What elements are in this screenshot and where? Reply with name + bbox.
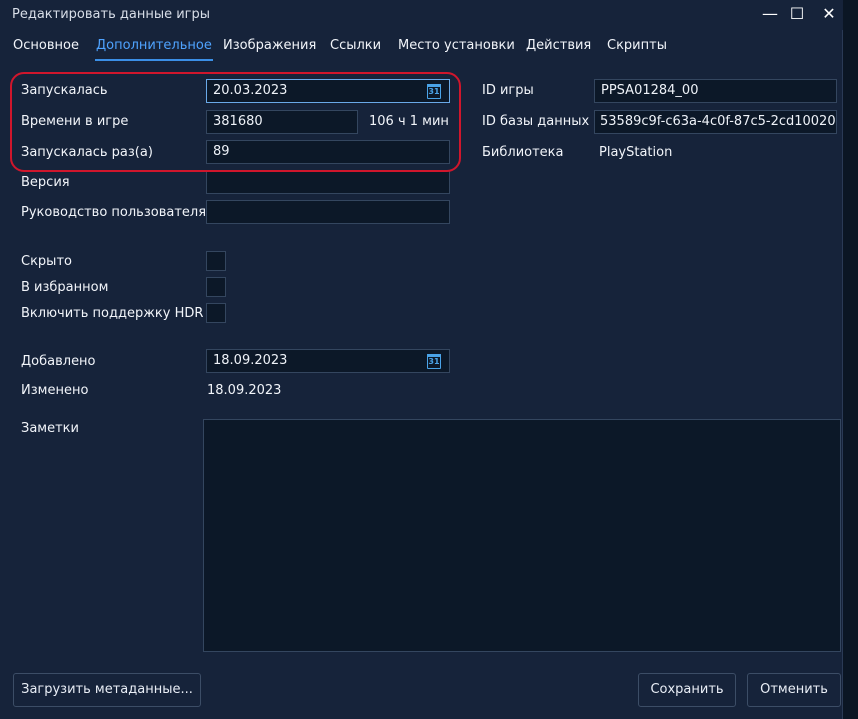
- playtime-label: Времени в игре: [21, 114, 129, 129]
- added-label: Добавлено: [21, 354, 96, 369]
- tab-actions[interactable]: Действия: [526, 38, 591, 64]
- playtime-readable: 106 ч 1 мин: [369, 114, 449, 129]
- version-input[interactable]: [206, 170, 450, 194]
- db-id-label: ID базы данных: [482, 114, 590, 129]
- added-value: 18.09.2023: [213, 353, 288, 368]
- library-value: PlayStation: [599, 145, 673, 160]
- version-label: Версия: [21, 175, 70, 190]
- game-id-input[interactable]: PPSA01284_00: [594, 79, 837, 103]
- calendar-icon[interactable]: 31: [427, 354, 441, 369]
- tab-scripts[interactable]: Скрипты: [607, 38, 667, 64]
- tab-installation[interactable]: Место установки: [398, 38, 515, 64]
- maximize-button[interactable]: ☐: [784, 4, 810, 26]
- last-played-label: Запускалась: [21, 83, 108, 98]
- notes-textarea[interactable]: [203, 419, 841, 652]
- tab-links[interactable]: Ссылки: [330, 38, 381, 64]
- minimize-button[interactable]: —: [757, 4, 783, 26]
- hidden-label: Скрыто: [21, 254, 72, 269]
- tab-bar: Основное Дополнительное Изображения Ссыл…: [0, 38, 843, 64]
- title-bar: Редактировать данные игры — ☐ ✕: [0, 0, 843, 30]
- notes-label: Заметки: [21, 421, 79, 436]
- favorite-label: В избранном: [21, 280, 109, 295]
- close-button[interactable]: ✕: [816, 4, 842, 26]
- library-label: Библиотека: [482, 145, 564, 160]
- play-count-input[interactable]: 89: [206, 140, 450, 164]
- tab-media[interactable]: Изображения: [223, 38, 316, 64]
- manual-label: Руководство пользователя: [21, 205, 207, 220]
- favorite-checkbox[interactable]: [206, 277, 226, 297]
- modified-label: Изменено: [21, 383, 89, 398]
- edit-game-dialog: Редактировать данные игры — ☐ ✕ Основное…: [0, 0, 843, 719]
- db-id-input[interactable]: 53589c9f-c63a-4c0f-87c5-2cd1002001: [594, 110, 837, 134]
- play-count-label: Запускалась раз(а): [21, 145, 153, 160]
- hidden-checkbox[interactable]: [206, 251, 226, 271]
- background-window-edge: [843, 0, 858, 719]
- tab-general[interactable]: Основное: [13, 38, 79, 64]
- modified-value: 18.09.2023: [207, 383, 282, 398]
- last-played-value: 20.03.2023: [213, 83, 288, 98]
- save-button[interactable]: Сохранить: [638, 673, 736, 707]
- calendar-icon[interactable]: 31: [427, 84, 441, 99]
- hdr-label: Включить поддержку HDR: [21, 306, 204, 321]
- added-date-field[interactable]: 18.09.2023 31: [206, 349, 450, 373]
- window-title: Редактировать данные игры: [12, 7, 211, 22]
- playtime-input[interactable]: 381680: [206, 110, 358, 134]
- hdr-checkbox[interactable]: [206, 303, 226, 323]
- download-metadata-button[interactable]: Загрузить метаданные...: [13, 673, 201, 707]
- last-played-date-field[interactable]: 20.03.2023 31: [206, 79, 450, 103]
- manual-input[interactable]: [206, 200, 450, 224]
- cancel-button[interactable]: Отменить: [747, 673, 841, 707]
- tab-advanced[interactable]: Дополнительное: [95, 38, 213, 64]
- game-id-label: ID игры: [482, 83, 534, 98]
